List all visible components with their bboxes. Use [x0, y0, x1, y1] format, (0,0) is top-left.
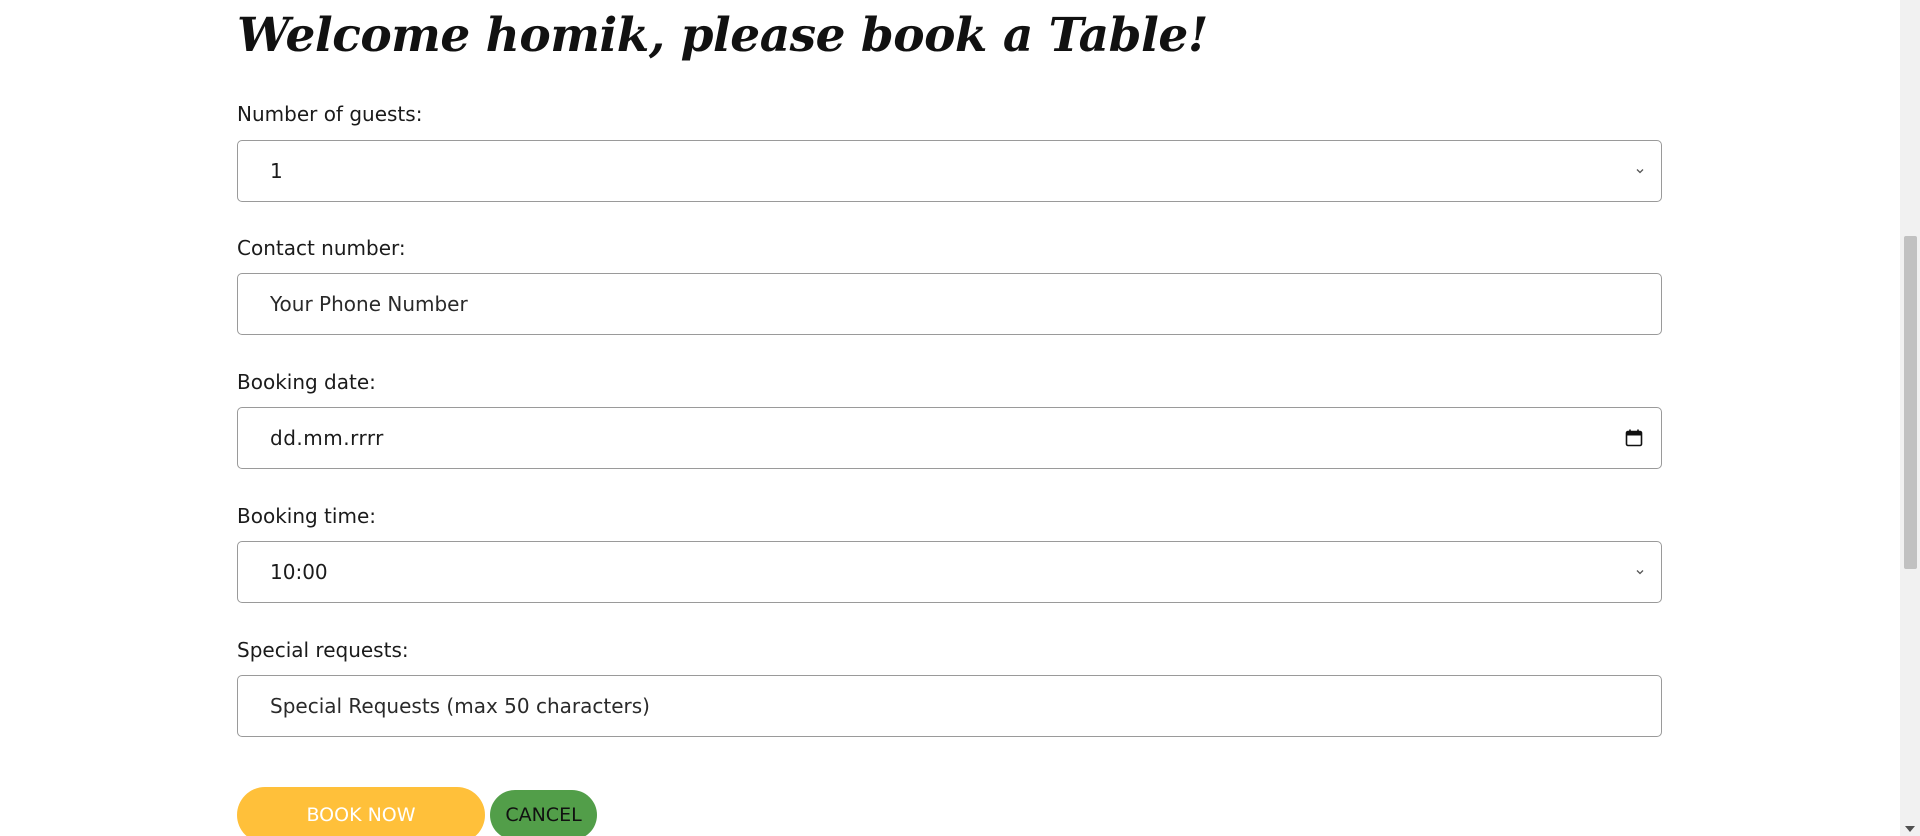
booking-page: Welcome homik, please book a Table! Numb… — [0, 0, 1920, 836]
time-label: Booking time: — [237, 504, 376, 528]
book-now-button[interactable]: BOOK NOW — [237, 787, 485, 836]
guests-select[interactable]: 1 — [237, 140, 1662, 202]
booking-time-select[interactable]: 10:00 — [237, 541, 1662, 603]
contact-number-placeholder: Your Phone Number — [270, 292, 468, 316]
date-label: Booking date: — [237, 370, 376, 394]
scrollbar-thumb[interactable] — [1904, 236, 1917, 569]
cancel-button[interactable]: CANCEL — [490, 790, 597, 836]
booking-date-input[interactable]: dd.mm.rrrr — [237, 407, 1662, 469]
booking-time-value: 10:00 — [270, 560, 328, 584]
scroll-down-arrow-icon[interactable] — [1905, 826, 1915, 832]
special-requests-placeholder: Special Requests (max 50 characters) — [270, 694, 650, 718]
requests-label: Special requests: — [237, 638, 409, 662]
guests-select-value: 1 — [270, 159, 283, 183]
contact-label: Contact number: — [237, 236, 406, 260]
special-requests-input[interactable]: Special Requests (max 50 characters) — [237, 675, 1662, 737]
calendar-icon[interactable] — [1625, 429, 1643, 447]
booking-date-placeholder: dd.mm.rrrr — [270, 426, 384, 450]
guests-label: Number of guests: — [237, 102, 423, 126]
vertical-scrollbar[interactable] — [1900, 0, 1920, 836]
page-title: Welcome homik, please book a Table! — [237, 8, 1208, 63]
contact-number-input[interactable]: Your Phone Number — [237, 273, 1662, 335]
chevron-down-icon — [1636, 570, 1644, 575]
chevron-down-icon — [1636, 169, 1644, 174]
